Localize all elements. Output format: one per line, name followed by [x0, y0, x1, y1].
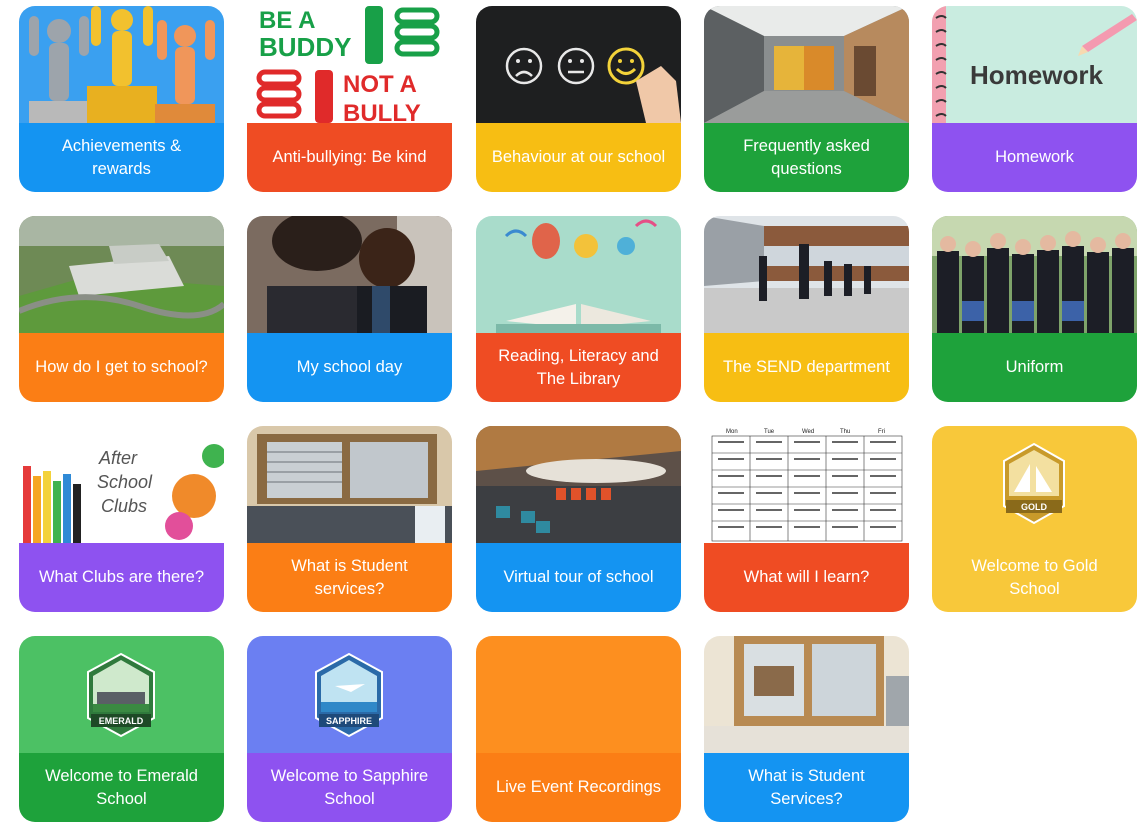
be-a-buddy-poster-icon: BE A BUDDY NOT A BULLY: [247, 6, 452, 123]
notebook-text: Homework: [970, 60, 1103, 90]
poster-line-2: BUDDY: [259, 32, 351, 62]
tile-label: Uniform: [932, 333, 1137, 402]
open-book-icon: [476, 216, 681, 333]
clubs-text-2: School: [97, 472, 153, 492]
gold-badge-text: GOLD: [1021, 502, 1047, 512]
school-aerial-photo: [19, 216, 224, 333]
tile-my-school-day[interactable]: My school day: [247, 216, 452, 402]
tile-label: How do I get to school?: [19, 333, 224, 402]
tile-label: What will I learn?: [704, 543, 909, 612]
tile-label: Homework: [932, 123, 1137, 192]
timetable-day-2: Tue: [764, 429, 775, 435]
tile-anti-bullying[interactable]: BE A BUDDY NOT A BULLY Anti-bullying: Be…: [247, 6, 452, 192]
tile-label: Live Event Recordings: [476, 753, 681, 822]
tile-uniform[interactable]: Uniform: [932, 216, 1137, 402]
tile-label: The SEND department: [704, 333, 909, 402]
poster-line-3: NOT A: [343, 71, 417, 98]
tile-label: Welcome to Sapphire School: [247, 753, 452, 822]
students-working-photo: [247, 216, 452, 333]
tile-student-services-2[interactable]: What is Student Services?: [704, 636, 909, 822]
tile-label: Behaviour at our school: [476, 123, 681, 192]
clubs-text-3: Clubs: [101, 496, 147, 516]
timetable-day-1: Mon: [726, 429, 738, 435]
tile-label: What is Student services?: [247, 543, 452, 612]
tile-clubs[interactable]: After School Clubs What Clubs are there?: [19, 426, 224, 612]
school-corridor-photo: [704, 6, 909, 123]
tile-behaviour[interactable]: Behaviour at our school: [476, 6, 681, 192]
tile-emerald-school[interactable]: EMERALD Welcome to Emerald School: [19, 636, 224, 822]
tile-live-event-recordings[interactable]: Live Event Recordings: [476, 636, 681, 822]
chalkboard-faces-icon: [476, 6, 681, 123]
trophy-podium-icon: [19, 6, 224, 123]
sapphire-badge-icon: SAPPHIRE: [247, 636, 452, 753]
tile-virtual-tour[interactable]: Virtual tour of school: [476, 426, 681, 612]
emerald-badge-text: EMERALD: [99, 716, 144, 726]
tile-label: Welcome to Gold School: [932, 543, 1137, 612]
poster-line-1: BE A: [259, 7, 315, 34]
tile-label: Reading, Literacy and The Library: [476, 333, 681, 402]
clubs-text-1: After: [98, 448, 138, 468]
timetable-icon: Mon Tue Wed Thu Fri: [704, 426, 909, 543]
tile-label: Anti-bullying: Be kind: [247, 123, 452, 192]
tile-label: Frequently asked questions: [704, 123, 909, 192]
emerald-badge-icon: EMERALD: [19, 636, 224, 753]
tile-faq[interactable]: Frequently asked questions: [704, 6, 909, 192]
tile-homework[interactable]: Homework Homework: [932, 6, 1137, 192]
blank-orange-panel: [476, 636, 681, 753]
tile-label: Achievements & rewards: [19, 123, 224, 192]
clubs-pencils-icon: After School Clubs: [19, 426, 224, 543]
tile-label: Virtual tour of school: [476, 543, 681, 612]
service-window-photo: [247, 426, 452, 543]
tile-send-department[interactable]: The SEND department: [704, 216, 909, 402]
service-window-photo: [704, 636, 909, 753]
students-uniform-photo: [932, 216, 1137, 333]
timetable-day-4: Thu: [840, 429, 850, 435]
tile-label: What is Student Services?: [704, 753, 909, 822]
students-running-photo: [704, 216, 909, 333]
poster-line-4: BULLY: [343, 100, 421, 123]
homework-notebook-icon: Homework: [932, 6, 1137, 123]
tile-what-will-i-learn[interactable]: Mon Tue Wed Thu Fri What will I learn?: [704, 426, 909, 612]
tile-get-to-school[interactable]: How do I get to school?: [19, 216, 224, 402]
timetable-day-5: Fri: [878, 429, 885, 435]
tile-achievements-rewards[interactable]: Achievements & rewards: [19, 6, 224, 192]
tile-gold-school[interactable]: GOLD Welcome to Gold School: [932, 426, 1137, 612]
school-atrium-photo: [476, 426, 681, 543]
tile-label: Welcome to Emerald School: [19, 753, 224, 822]
tile-sapphire-school[interactable]: SAPPHIRE Welcome to Sapphire School: [247, 636, 452, 822]
tile-student-services[interactable]: What is Student services?: [247, 426, 452, 612]
tile-label: My school day: [247, 333, 452, 402]
timetable-day-3: Wed: [802, 429, 814, 435]
tile-label: What Clubs are there?: [19, 543, 224, 612]
sapphire-badge-text: SAPPHIRE: [326, 716, 372, 726]
tile-reading-literacy[interactable]: Reading, Literacy and The Library: [476, 216, 681, 402]
gold-badge-icon: GOLD: [932, 426, 1137, 543]
